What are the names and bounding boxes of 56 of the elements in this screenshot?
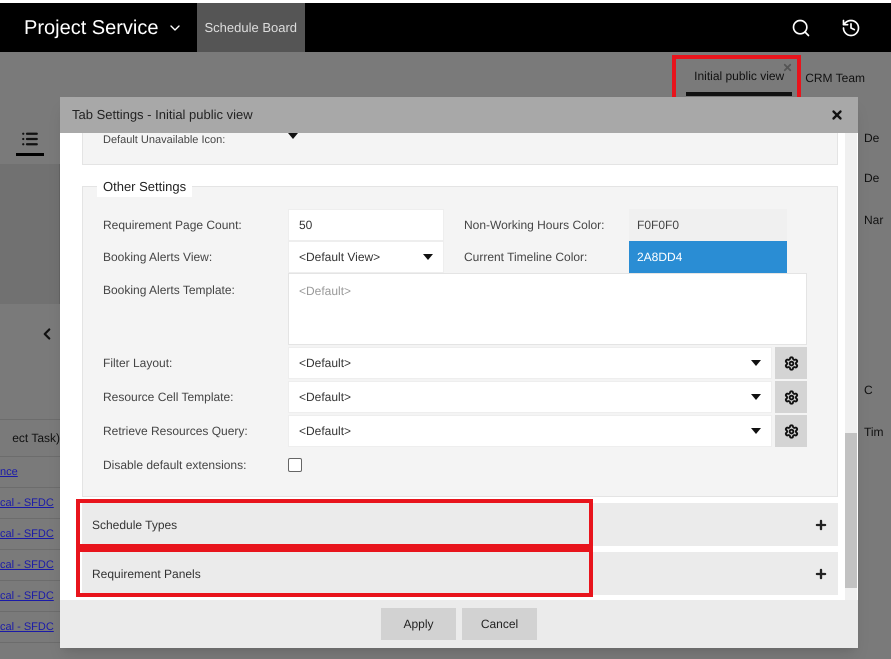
field-label: Default Unavailable Icon: bbox=[103, 133, 226, 148]
text-area[interactable]: <Default> bbox=[288, 273, 807, 345]
column-label: De bbox=[864, 170, 880, 187]
field-label: Requirement Page Count: bbox=[103, 217, 243, 234]
table-link[interactable]: cal - SFDC bbox=[0, 494, 54, 512]
view-tab[interactable]: CRM Team bbox=[797, 60, 873, 96]
field-label: Filter Layout: bbox=[103, 355, 174, 372]
scrollbar-thumb[interactable] bbox=[845, 433, 857, 588]
list-view-tab[interactable] bbox=[16, 130, 44, 156]
column-label: C bbox=[864, 382, 874, 399]
field-label: Disable default extensions: bbox=[103, 457, 248, 474]
dialog-button[interactable]: Cancel bbox=[462, 608, 537, 640]
settings-icon bbox=[784, 356, 799, 370]
field-label: Non-Working Hours Color: bbox=[463, 217, 606, 234]
list-icon bbox=[21, 130, 39, 148]
close-icon[interactable] bbox=[830, 108, 844, 122]
nav-tab[interactable]: Schedule Board bbox=[196, 3, 306, 52]
app-title: Project Service bbox=[24, 16, 158, 40]
caret-icon bbox=[423, 254, 433, 260]
dropdown-field[interactable]: <Default> bbox=[288, 415, 772, 447]
column-label: De bbox=[864, 130, 880, 147]
caret-icon bbox=[751, 428, 762, 434]
caret-icon bbox=[751, 360, 762, 366]
settings-button[interactable] bbox=[775, 415, 807, 447]
table-link[interactable]: cal - SFDC bbox=[0, 526, 54, 542]
scrollbar[interactable] bbox=[845, 133, 857, 600]
checkbox[interactable] bbox=[288, 458, 302, 472]
field-label: Current Timeline Color: bbox=[463, 249, 588, 266]
dropdown-field[interactable]: <Default> bbox=[288, 381, 772, 413]
color-field[interactable]: F0F0F0 bbox=[629, 209, 787, 241]
search-icon[interactable] bbox=[791, 18, 811, 38]
table-link[interactable]: cal - SFDC bbox=[0, 556, 54, 574]
column-label: Nar bbox=[864, 212, 884, 229]
settings-icon bbox=[784, 390, 799, 404]
dropdown-field[interactable]: <Default View> bbox=[288, 241, 444, 273]
history-icon[interactable] bbox=[841, 18, 861, 38]
color-field[interactable]: 2A8DD4 bbox=[629, 241, 787, 273]
table-link[interactable]: cal - SFDC bbox=[0, 618, 54, 636]
input-field[interactable]: 50 bbox=[288, 209, 444, 241]
dialog-title: Tab Settings - Initial public view bbox=[72, 106, 253, 124]
table-link[interactable]: nce bbox=[0, 464, 18, 480]
field-label: Booking Alerts View: bbox=[103, 249, 214, 266]
settings-button[interactable] bbox=[775, 347, 807, 379]
table-link[interactable]: cal - SFDC bbox=[0, 588, 54, 604]
field-label: Retrieve Resources Query: bbox=[103, 423, 249, 440]
plus-icon bbox=[814, 566, 828, 580]
plus-icon bbox=[814, 518, 828, 532]
caret-icon bbox=[751, 394, 762, 400]
column-label: Tim bbox=[864, 424, 885, 441]
field-label: Booking Alerts Template: bbox=[103, 282, 236, 299]
field-label: Resource Cell Template: bbox=[103, 389, 235, 406]
column-header: ect Task) bbox=[12, 430, 60, 447]
settings-icon bbox=[784, 424, 799, 438]
settings-button[interactable] bbox=[775, 381, 807, 413]
dropdown-field[interactable]: <Default> bbox=[288, 347, 772, 379]
dialog-button[interactable]: Apply bbox=[381, 608, 456, 640]
